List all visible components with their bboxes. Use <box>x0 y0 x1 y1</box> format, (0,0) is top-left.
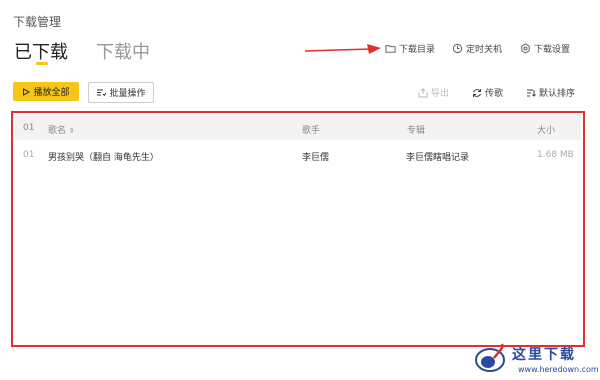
play-icon <box>23 87 31 96</box>
gear-icon <box>521 43 530 54</box>
column-name-label: 歌名 <box>48 126 67 136</box>
column-index: 01 <box>23 123 35 133</box>
page-title: 下载管理 <box>13 15 62 29</box>
column-name[interactable]: 歌名 ⇕ <box>48 123 75 136</box>
batch-operation-button[interactable]: 批量操作 <box>88 82 154 103</box>
sync-icon <box>473 88 481 97</box>
transfer-label: 传歌 <box>485 89 504 99</box>
table-header: 01 歌名 ⇕ 歌手 专辑 大小 <box>15 115 581 140</box>
play-all-button[interactable]: 播放全部 <box>13 82 79 101</box>
folder-icon <box>385 45 396 53</box>
watermark-url: www.heredown.com <box>518 365 599 374</box>
tab-downloading[interactable]: 下载中 <box>96 38 150 64</box>
tab-active-underline <box>36 62 48 65</box>
download-folder-button[interactable]: 下载目录 <box>385 42 435 55</box>
download-settings-button[interactable]: 下载设置 <box>520 42 570 55</box>
transfer-button[interactable]: 传歌 <box>472 86 503 99</box>
column-artist: 歌手 <box>302 126 321 136</box>
sort-label: 默认排序 <box>539 89 576 99</box>
export-icon <box>418 87 428 97</box>
timer-icon <box>452 43 463 54</box>
row-artist[interactable]: 李巨儒 <box>302 150 329 163</box>
download-settings-label: 下载设置 <box>534 45 571 55</box>
watermark-logo <box>475 343 505 372</box>
export-button[interactable]: 导出 <box>418 86 449 99</box>
list-edit-icon <box>97 89 107 97</box>
tab-downloaded[interactable]: 已下载 <box>14 38 68 64</box>
row-size: 1.68 MB <box>537 150 574 160</box>
download-table: 01 歌名 ⇕ 歌手 专辑 大小 01 男孩别哭（翻自 海龟先生） 李巨儒 李巨… <box>11 111 585 347</box>
sort-toggle-icon: ⇕ <box>68 127 75 135</box>
site-watermark: 这里下载 www.heredown.com <box>468 338 600 380</box>
column-album: 专辑 <box>407 126 426 136</box>
export-label: 导出 <box>431 89 450 99</box>
play-all-label: 播放全部 <box>33 88 70 98</box>
download-folder-label: 下载目录 <box>399 45 436 55</box>
batch-operation-label: 批量操作 <box>109 89 146 99</box>
row-song-name: 男孩别哭（翻自 海龟先生） <box>48 153 159 163</box>
sort-button[interactable]: 默认排序 <box>526 86 575 99</box>
timer-shutdown-label: 定时关机 <box>466 45 503 55</box>
column-size: 大小 <box>537 126 556 136</box>
row-index: 01 <box>23 150 35 160</box>
sort-icon <box>527 89 536 97</box>
row-album[interactable]: 李巨儒瞎唱记录 <box>406 150 469 163</box>
annotation-arrow <box>305 44 381 54</box>
watermark-brand: 这里下载 <box>512 347 576 363</box>
timer-shutdown-button[interactable]: 定时关机 <box>452 42 502 55</box>
